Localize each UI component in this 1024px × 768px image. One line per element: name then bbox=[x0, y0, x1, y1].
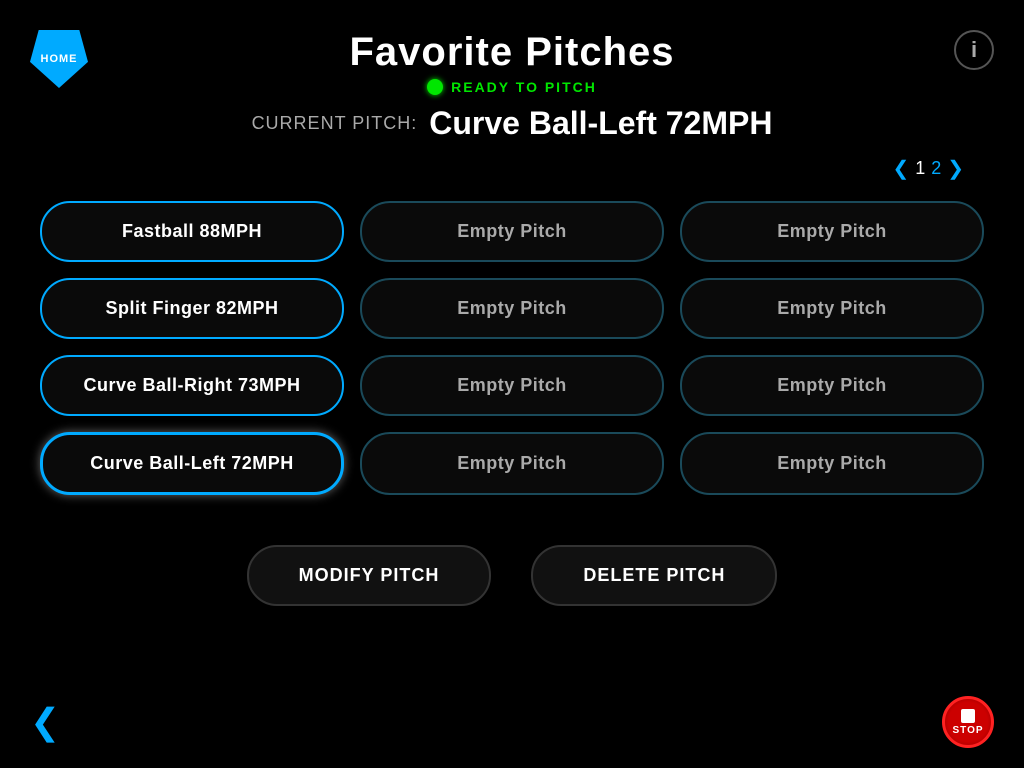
pitch-button[interactable]: Curve Ball-Left 72MPH bbox=[40, 432, 344, 495]
empty-pitch-button[interactable]: Empty Pitch bbox=[360, 355, 664, 416]
ready-text: READY TO PITCH bbox=[451, 79, 597, 95]
header: Favorite Pitches READY TO PITCH CURRENT … bbox=[0, 0, 1024, 142]
empty-pitch-button[interactable]: Empty Pitch bbox=[680, 201, 984, 262]
current-pitch-label: CURRENT PITCH: bbox=[252, 113, 418, 134]
pagination: ❮ 1 2 ❯ bbox=[0, 156, 1024, 181]
empty-pitch-button[interactable]: Empty Pitch bbox=[360, 201, 664, 262]
current-pitch-row: CURRENT PITCH: Curve Ball-Left 72MPH bbox=[0, 105, 1024, 142]
bottom-bar: MODIFY PITCH DELETE PITCH bbox=[0, 545, 1024, 606]
stop-label: STOP bbox=[952, 725, 983, 736]
pitch-grid: Fastball 88MPH Empty Pitch Empty Pitch Spli… bbox=[0, 181, 1024, 515]
prev-page-button[interactable]: ❮ bbox=[892, 156, 909, 181]
page-1[interactable]: 1 bbox=[915, 158, 925, 179]
next-page-button[interactable]: ❯ bbox=[947, 156, 964, 181]
stop-button[interactable]: STOP bbox=[942, 696, 994, 748]
modify-pitch-button[interactable]: MODIFY PITCH bbox=[247, 545, 492, 606]
empty-pitch-button[interactable]: Empty Pitch bbox=[680, 355, 984, 416]
back-button[interactable]: ❮ bbox=[30, 704, 60, 740]
delete-pitch-button[interactable]: DELETE PITCH bbox=[531, 545, 777, 606]
empty-pitch-button[interactable]: Empty Pitch bbox=[680, 432, 984, 495]
ready-badge: READY TO PITCH bbox=[0, 79, 1024, 95]
page-title: Favorite Pitches bbox=[0, 30, 1024, 75]
status-dot bbox=[427, 79, 443, 95]
pitch-button[interactable]: Fastball 88MPH bbox=[40, 201, 344, 262]
empty-pitch-button[interactable]: Empty Pitch bbox=[360, 432, 664, 495]
pitch-button[interactable]: Curve Ball-Right 73MPH bbox=[40, 355, 344, 416]
page-2[interactable]: 2 bbox=[931, 158, 941, 179]
stop-icon bbox=[961, 709, 975, 723]
empty-pitch-button[interactable]: Empty Pitch bbox=[360, 278, 664, 339]
current-pitch-value: Curve Ball-Left 72MPH bbox=[429, 105, 772, 142]
empty-pitch-button[interactable]: Empty Pitch bbox=[680, 278, 984, 339]
pitch-button[interactable]: Split Finger 82MPH bbox=[40, 278, 344, 339]
